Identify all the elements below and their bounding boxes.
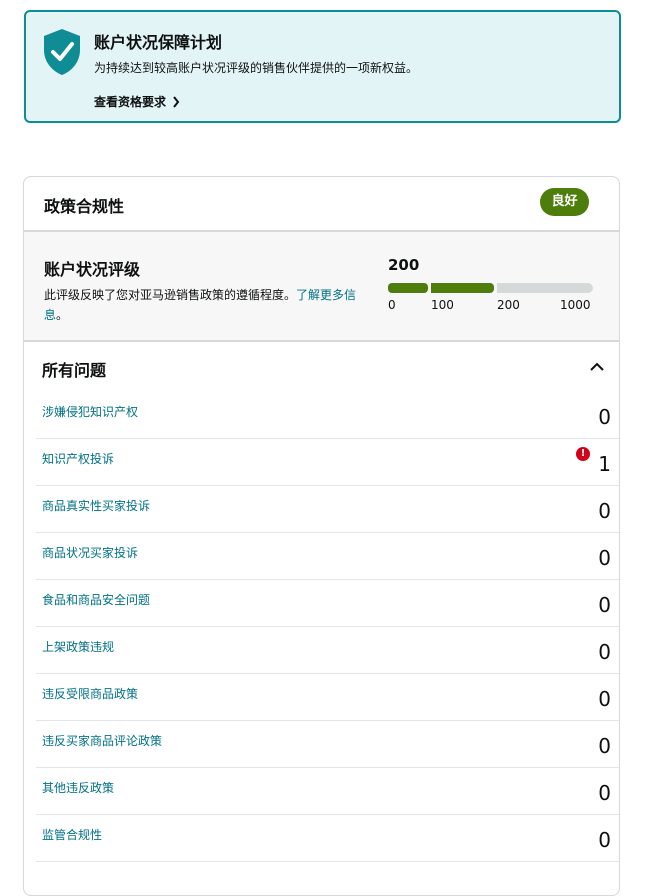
rating-title: 账户状况评级 [44, 260, 141, 279]
issue-link[interactable]: 违反受限商品政策 [42, 685, 138, 702]
account-health-rating: 账户状况评级 此评级反映了您对亚马逊销售政策的遵循程度。了解更多信息。 200 … [24, 232, 619, 342]
issue-count: 0 [598, 546, 611, 570]
issues-list: 涉嫌侵犯知识产权 0 知识产权投诉 ! 1 商品真实性买家投诉 0 商品状况买家… [24, 392, 619, 862]
issue-count: 0 [598, 640, 611, 664]
issue-row: 商品状况买家投诉 0 [36, 533, 619, 580]
rating-score: 200 [388, 256, 420, 274]
issue-row: 知识产权投诉 ! 1 [36, 439, 619, 486]
view-eligibility-link[interactable]: 查看资格要求 [94, 93, 180, 110]
issue-count: 0 [598, 687, 611, 711]
rating-bar-segment-2 [431, 283, 494, 293]
issue-row: 违反买家商品评论政策 0 [36, 721, 619, 768]
view-eligibility-label: 查看资格要求 [94, 95, 167, 109]
rating-bar-segment-1 [388, 283, 428, 293]
banner-description: 为持续达到较高账户状况评级的销售伙伴提供的一项新权益。 [94, 61, 419, 75]
issue-count: 0 [598, 781, 611, 805]
issue-link[interactable]: 其他违反政策 [42, 779, 114, 796]
rating-description-suffix: 。 [56, 308, 69, 322]
card-title: 政策合规性 [44, 197, 125, 216]
alert-icon: ! [576, 447, 590, 461]
card-header: 政策合规性 良好 [24, 177, 619, 232]
policy-compliance-card: 政策合规性 良好 账户状况评级 此评级反映了您对亚马逊销售政策的遵循程度。了解更… [23, 176, 620, 896]
chevron-right-icon [173, 95, 180, 108]
issue-count: 0 [598, 499, 611, 523]
issue-link[interactable]: 知识产权投诉 [42, 450, 114, 467]
issue-count: 0 [598, 734, 611, 758]
issue-link[interactable]: 上架政策违规 [42, 638, 114, 655]
issue-link[interactable]: 商品真实性买家投诉 [42, 497, 150, 514]
issue-row: 食品和商品安全问题 0 [36, 580, 619, 627]
rating-description-text: 此评级反映了您对亚马逊销售政策的遵循程度。 [44, 288, 297, 302]
issue-link[interactable]: 商品状况买家投诉 [42, 544, 138, 561]
status-badge: 良好 [540, 188, 589, 216]
issue-count: 0 [598, 593, 611, 617]
issue-count: 0 [598, 828, 611, 852]
issue-row: 其他违反政策 0 [36, 768, 619, 815]
rating-tick: 1000 [560, 298, 591, 312]
chevron-up-icon[interactable] [589, 362, 605, 372]
issue-count: 1 [598, 452, 611, 476]
shield-check-icon [44, 29, 80, 75]
issue-link[interactable]: 监管合规性 [42, 826, 102, 843]
all-issues-header[interactable]: 所有问题 [24, 342, 619, 392]
rating-tick: 0 [388, 298, 396, 312]
issue-row: 违反受限商品政策 0 [36, 674, 619, 721]
issue-row: 涉嫌侵犯知识产权 0 [36, 392, 619, 439]
issue-link[interactable]: 食品和商品安全问题 [42, 591, 150, 608]
rating-tick: 100 [431, 298, 454, 312]
issue-count: 0 [598, 405, 611, 429]
issue-row: 上架政策违规 0 [36, 627, 619, 674]
protection-plan-banner: 账户状况保障计划 为持续达到较高账户状况评级的销售伙伴提供的一项新权益。 查看资… [24, 10, 621, 123]
rating-tick: 200 [497, 298, 520, 312]
issue-link[interactable]: 涉嫌侵犯知识产权 [42, 403, 138, 420]
rating-bar-segment-3 [497, 283, 593, 293]
rating-description: 此评级反映了您对亚马逊销售政策的遵循程度。了解更多信息。 [44, 285, 362, 325]
issue-link[interactable]: 违反买家商品评论政策 [42, 732, 162, 749]
issue-row: 监管合规性 0 [36, 815, 619, 862]
banner-title: 账户状况保障计划 [94, 33, 223, 52]
all-issues-title: 所有问题 [42, 361, 107, 380]
issue-row: 商品真实性买家投诉 0 [36, 486, 619, 533]
